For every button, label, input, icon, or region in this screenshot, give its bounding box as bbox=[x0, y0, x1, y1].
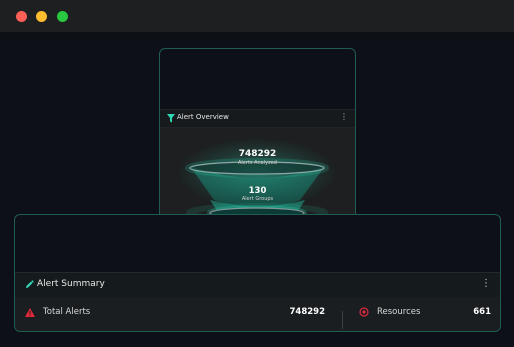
minimize-window-button[interactable] bbox=[36, 11, 47, 22]
alert-summary-metrics: Total Alerts 748292 Resources 661 bbox=[15, 297, 500, 331]
alert-overview-card: Alert Overview ⋮ 748292 Alerts Analyzed … bbox=[159, 48, 356, 232]
more-vertical-icon[interactable]: ⋮ bbox=[481, 278, 491, 290]
alert-summary-card: Alert Summary ⋮ Total Alerts 748292 Reso… bbox=[14, 214, 501, 332]
funnel-value-alerts-analyzed: 748292 bbox=[238, 149, 277, 159]
metric-divider bbox=[342, 311, 343, 329]
alert-overview-title: Alert Overview bbox=[177, 113, 229, 121]
more-vertical-icon[interactable]: ⋮ bbox=[340, 112, 348, 122]
funnel-label-alert-groups: Alert Groups bbox=[241, 196, 274, 202]
funnel-value-alert-groups: 130 bbox=[248, 186, 267, 196]
funnel-label-alerts-analyzed: Alerts Analyzed bbox=[238, 160, 277, 166]
alert-summary-header: Alert Summary ⋮ bbox=[15, 272, 500, 298]
window-titlebar bbox=[0, 0, 514, 33]
total-alerts-value: 748292 bbox=[289, 307, 326, 317]
maximize-window-button[interactable] bbox=[57, 11, 68, 22]
filter-icon bbox=[167, 114, 175, 123]
alert-overview-header: Alert Overview ⋮ bbox=[160, 109, 355, 128]
alert-summary-title: Alert Summary bbox=[37, 279, 105, 289]
resources-value: 661 bbox=[473, 307, 491, 317]
total-alerts-label: Total Alerts bbox=[43, 307, 91, 317]
resources-label: Resources bbox=[377, 307, 421, 317]
warning-triangle-icon bbox=[25, 308, 35, 317]
close-window-button[interactable] bbox=[16, 11, 27, 22]
pencil-icon bbox=[25, 280, 34, 289]
target-icon bbox=[359, 307, 369, 317]
